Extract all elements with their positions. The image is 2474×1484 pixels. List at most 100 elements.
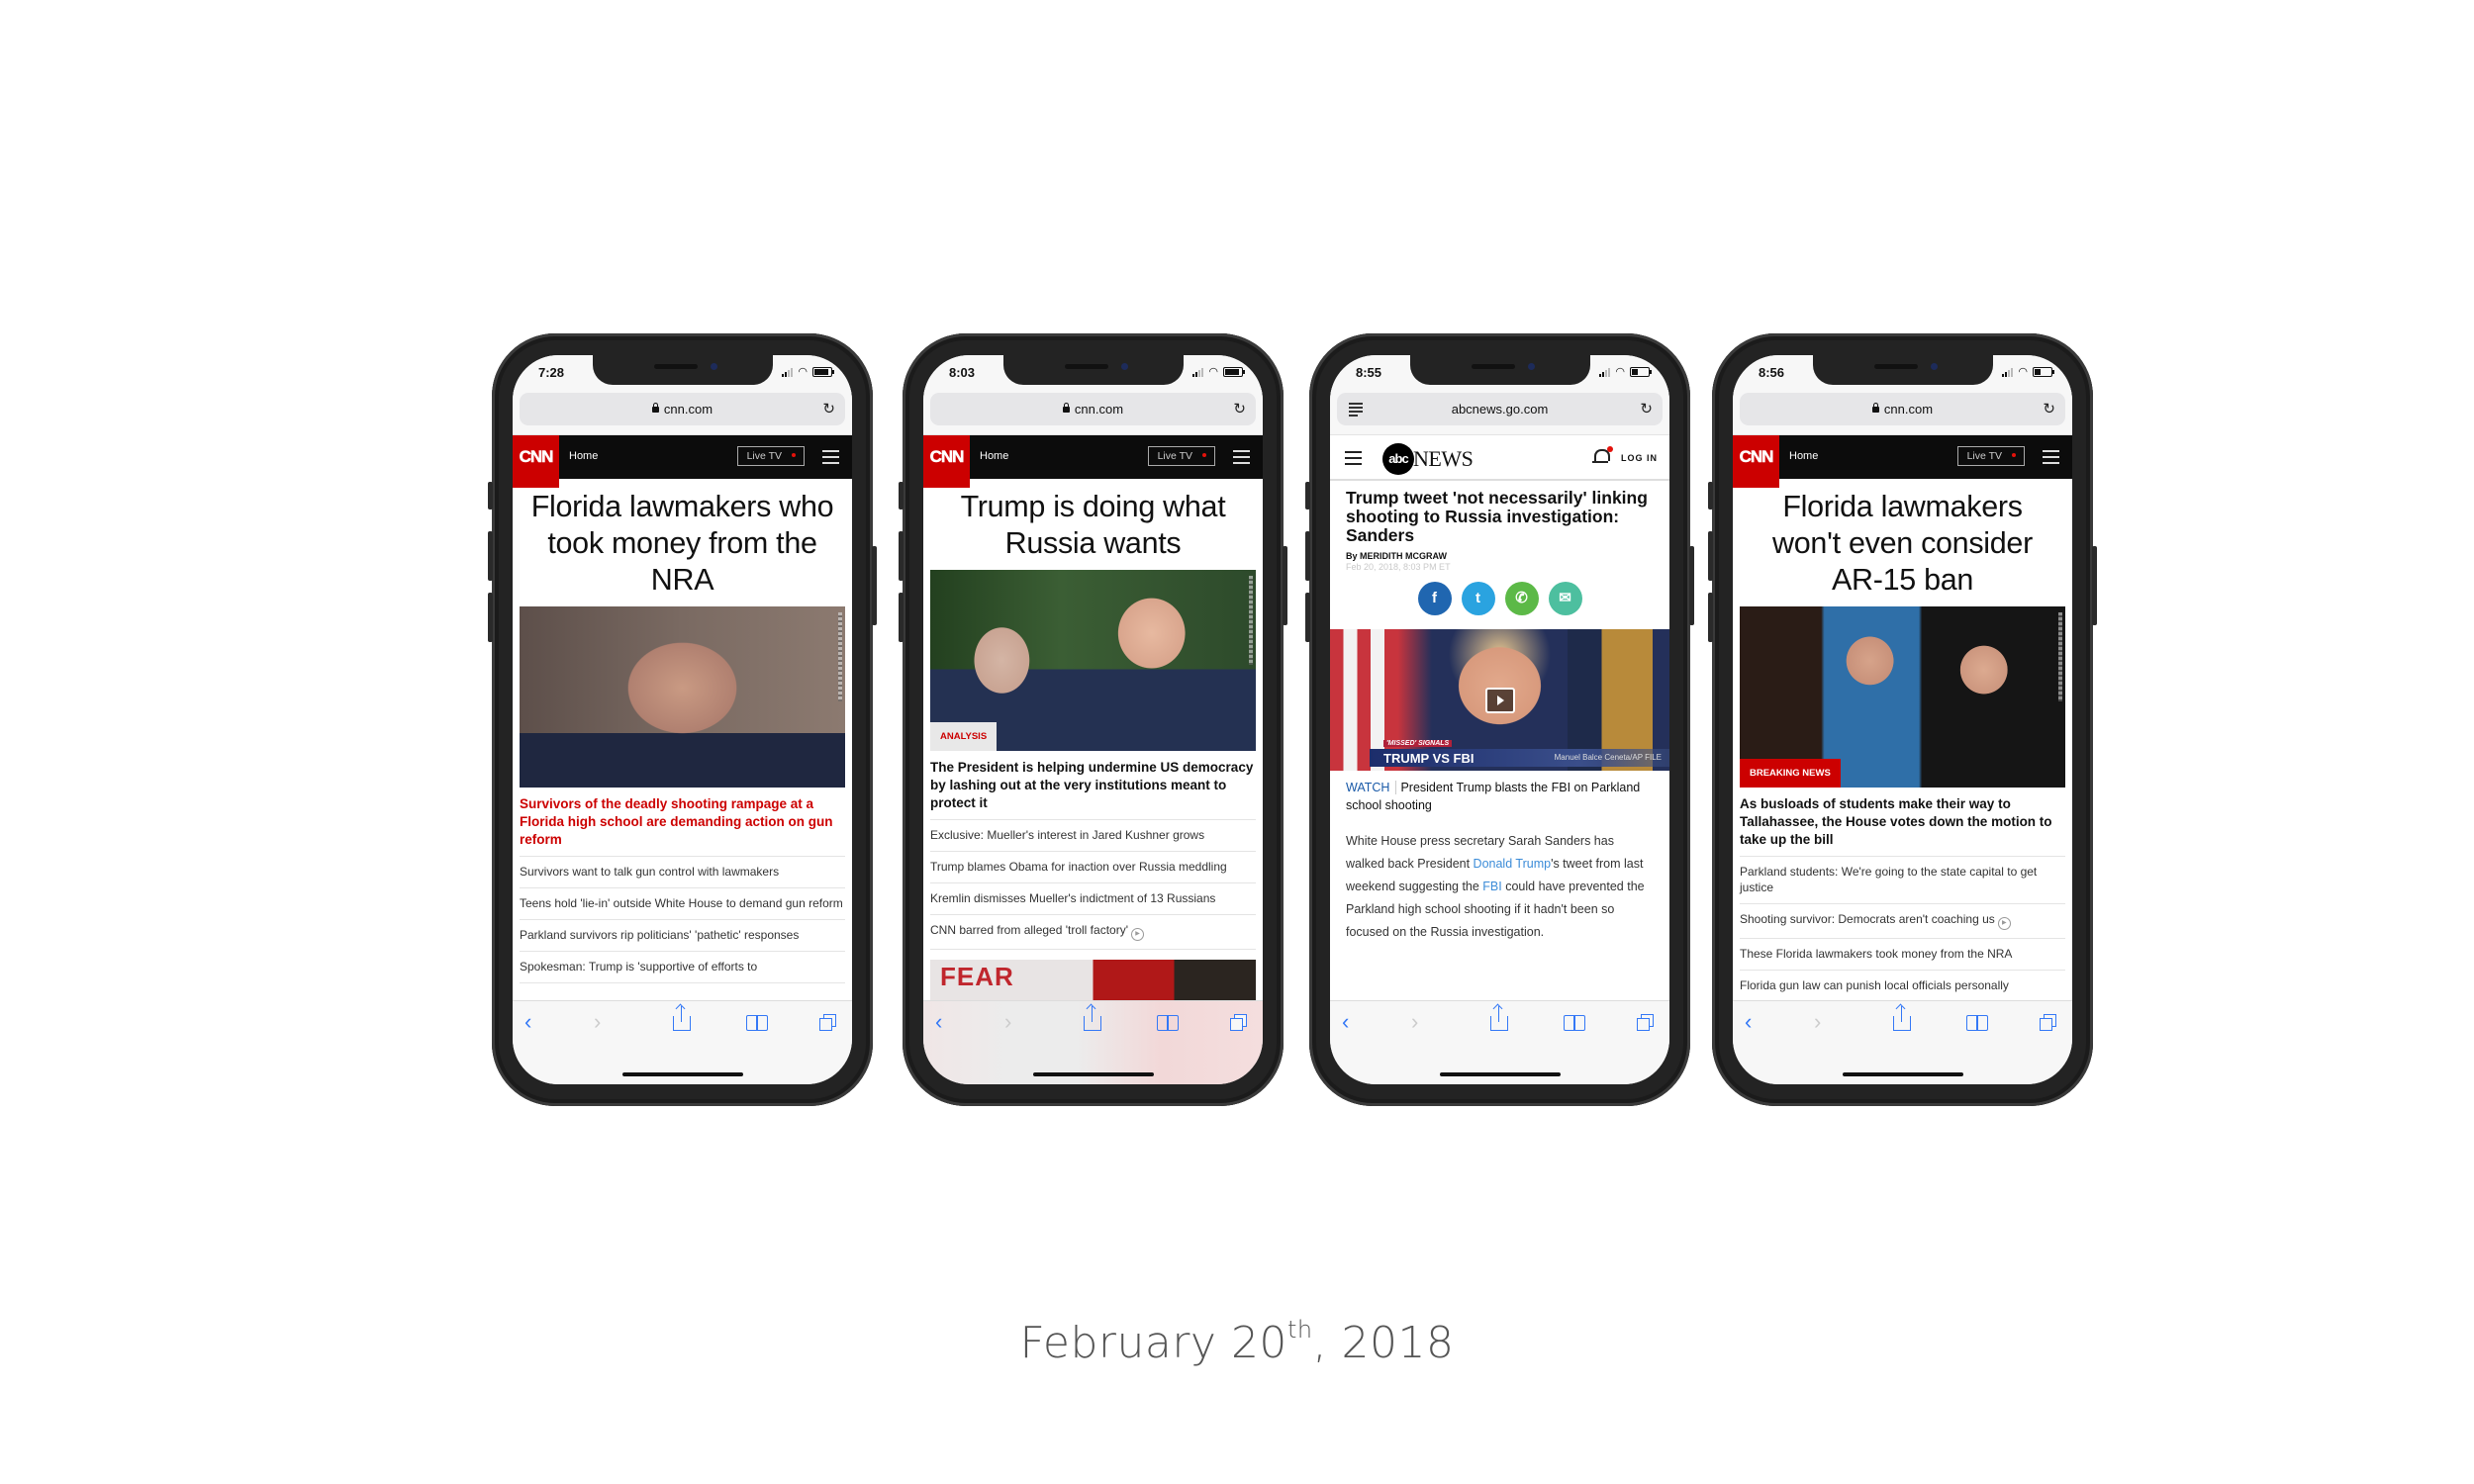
tabs-icon[interactable]	[1230, 1014, 1247, 1031]
related-link-text: Parkland survivors rip politicians' 'pat…	[520, 928, 800, 942]
status-icons: ◠	[1192, 366, 1245, 377]
url-text[interactable]: cnn.com	[930, 402, 1256, 417]
watch-caption[interactable]: WATCH President Trump blasts the FBI on P…	[1330, 771, 1669, 814]
login-button[interactable]: LOG IN	[1621, 453, 1658, 463]
speaker-grille	[653, 364, 698, 369]
live-tv-button[interactable]: Live TV	[1956, 446, 2025, 466]
related-link[interactable]: Florida gun law can punish local officia…	[1740, 971, 2065, 1002]
hero-image[interactable]	[520, 606, 845, 788]
related-link[interactable]: Parkland survivors rip politicians' 'pat…	[520, 920, 845, 952]
headline[interactable]: Florida lawmakers won't even consider AR…	[1733, 479, 2072, 599]
url-text[interactable]: abcnews.go.com	[1337, 402, 1663, 417]
teaser-image-text: FEAR	[940, 962, 1014, 991]
related-link[interactable]: Trump blames Obama for inaction over Rus…	[930, 852, 1256, 883]
related-link[interactable]: Spokesman: Trump is 'supportive of effor…	[520, 952, 845, 983]
chevron-left-icon[interactable]: ‹	[524, 1009, 531, 1035]
address-bar[interactable]: cnn.com ↻	[1740, 393, 2065, 425]
headline[interactable]: Florida lawmakers who took money from th…	[513, 479, 852, 599]
related-link[interactable]: Survivors want to talk gun control with …	[520, 857, 845, 888]
cnn-header: CNN Home Live TV	[1733, 435, 2072, 488]
related-link[interactable]: Kremlin dismisses Mueller's indictment o…	[930, 883, 1256, 915]
nav-home-link[interactable]: Home	[569, 450, 598, 462]
status-time: 8:55	[1356, 365, 1382, 380]
nav-home-link[interactable]: Home	[1789, 450, 1818, 462]
related-link[interactable]: These Florida lawmakers took money from …	[1740, 939, 2065, 971]
menu-icon[interactable]	[1233, 450, 1250, 468]
email-share-button[interactable]: ✉	[1548, 582, 1582, 615]
home-indicator[interactable]	[621, 1072, 743, 1076]
notification-bell-icon[interactable]	[1592, 446, 1613, 463]
play-button-icon[interactable]	[1484, 687, 1515, 713]
chevron-right-icon[interactable]: ›	[594, 1009, 601, 1035]
url-text[interactable]: cnn.com	[1740, 402, 2065, 417]
related-links: Parkland students: We're going to the st…	[1740, 857, 2065, 1002]
address-bar[interactable]: abcnews.go.com ↻	[1337, 393, 1663, 425]
facebook-share-button[interactable]: f	[1417, 582, 1452, 615]
side-button	[899, 482, 904, 510]
menu-icon[interactable]	[822, 450, 839, 468]
chevron-left-icon[interactable]: ‹	[935, 1009, 942, 1035]
inline-link[interactable]: Donald Trump	[1474, 857, 1552, 871]
byline[interactable]: By MERIDITH MCGRAW	[1330, 545, 1669, 561]
tabs-icon[interactable]	[2040, 1014, 2056, 1031]
lock-icon	[651, 403, 659, 413]
lead-story-link[interactable]: Survivors of the deadly shooting rampage…	[520, 795, 845, 857]
cnn-logo[interactable]: CNN	[513, 435, 559, 488]
chevron-left-icon[interactable]: ‹	[1342, 1009, 1349, 1035]
chevron-right-icon[interactable]: ›	[1004, 1009, 1011, 1035]
chevron-left-icon[interactable]: ‹	[1745, 1009, 1752, 1035]
related-link[interactable]: CNN barred from alleged 'troll factory' ▶	[930, 915, 1256, 950]
side-button	[872, 546, 877, 625]
home-indicator[interactable]	[1842, 1072, 1963, 1076]
video-play-icon: ▶	[1997, 917, 2011, 930]
article-content: Trump tweet 'not necessarily' linking sh…	[1330, 481, 1669, 1084]
hero-image[interactable]: ANALYSIS	[930, 570, 1256, 751]
whatsapp-share-button[interactable]: ✆	[1504, 582, 1539, 615]
live-tv-button[interactable]: Live TV	[736, 446, 805, 466]
reload-icon[interactable]: ↻	[2043, 400, 2055, 417]
cnn-logo[interactable]: CNN	[923, 435, 970, 488]
lock-icon	[1871, 403, 1879, 413]
lead-story-link[interactable]: As busloads of students make their way t…	[1740, 795, 2065, 857]
tabs-icon[interactable]	[1637, 1014, 1654, 1031]
live-tv-label: Live TV	[1157, 450, 1192, 462]
phone-1: 7:28 ◠ cnn.com ↻ CNN Home Live TV Florida lawma…	[488, 333, 877, 1106]
nav-home-link[interactable]: Home	[980, 450, 1008, 462]
address-bar[interactable]: cnn.com ↻	[520, 393, 845, 425]
book-icon[interactable]	[1157, 1015, 1179, 1031]
reload-icon[interactable]: ↻	[1640, 400, 1653, 417]
chevron-right-icon[interactable]: ›	[1814, 1009, 1821, 1035]
home-indicator[interactable]	[1032, 1072, 1154, 1076]
headline[interactable]: Trump is doing what Russia wants	[923, 479, 1263, 562]
book-icon[interactable]	[1966, 1015, 1988, 1031]
related-link[interactable]: Shooting survivor: Democrats aren't coac…	[1740, 904, 2065, 939]
reload-icon[interactable]: ↻	[1233, 400, 1246, 417]
home-indicator[interactable]	[1439, 1072, 1561, 1076]
lead-story-link[interactable]: The President is helping undermine US de…	[930, 759, 1256, 820]
inline-link[interactable]: FBI	[1482, 880, 1501, 893]
video-thumbnail[interactable]: 'MISSED' SIGNALS TRUMP VS FBI Manuel Balce…	[1330, 629, 1669, 771]
live-tv-button[interactable]: Live TV	[1147, 446, 1215, 466]
related-link[interactable]: Parkland students: We're going to the st…	[1740, 857, 2065, 904]
tabs-icon[interactable]	[819, 1014, 836, 1031]
abc-news-logo[interactable]: abc NEWS	[1382, 443, 1474, 475]
phone-2: 8:03 ◠ cnn.com ↻ CNN Home Live TV Trump is doin…	[899, 333, 1287, 1106]
related-link[interactable]: Exclusive: Mueller's interest in Jared K…	[930, 820, 1256, 852]
share-icon[interactable]	[1490, 1006, 1508, 1031]
menu-icon[interactable]	[1345, 451, 1362, 469]
menu-icon[interactable]	[2043, 450, 2059, 468]
share-icon[interactable]	[673, 1006, 691, 1031]
share-icon[interactable]	[1084, 1006, 1101, 1031]
related-link[interactable]: Teens hold 'lie-in' outside White House …	[520, 888, 845, 920]
notification-dot	[1607, 446, 1613, 452]
hero-image[interactable]: BREAKING NEWS	[1740, 606, 2065, 788]
reload-icon[interactable]: ↻	[822, 400, 835, 417]
twitter-share-button[interactable]: t	[1461, 582, 1495, 615]
url-text[interactable]: cnn.com	[520, 402, 845, 417]
chevron-right-icon[interactable]: ›	[1411, 1009, 1418, 1035]
address-bar[interactable]: cnn.com ↻	[930, 393, 1256, 425]
cnn-logo[interactable]: CNN	[1733, 435, 1779, 488]
book-icon[interactable]	[1564, 1015, 1585, 1031]
share-icon[interactable]	[1893, 1006, 1911, 1031]
book-icon[interactable]	[746, 1015, 768, 1031]
